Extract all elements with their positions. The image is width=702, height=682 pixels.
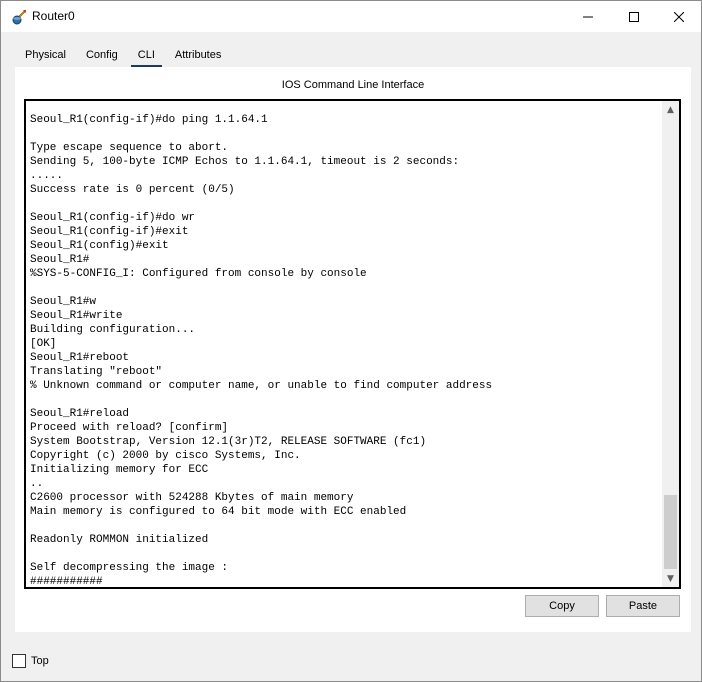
tab-attributes[interactable]: Attributes: [165, 45, 231, 67]
terminal-line: Sending 5, 100-byte ICMP Echos to 1.1.64…: [30, 156, 460, 168]
terminal-line: Seoul_R1#write: [30, 310, 123, 322]
scroll-up-icon[interactable]: ▲: [662, 101, 679, 118]
terminal-line: ..: [30, 478, 44, 490]
cli-heading: IOS Command Line Interface: [281, 79, 425, 91]
close-button[interactable]: [656, 1, 702, 32]
terminal-line: ###########: [30, 576, 103, 588]
terminal-line: Proceed with reload? [confirm]: [30, 422, 229, 434]
minimize-icon: [583, 16, 593, 17]
tab-bar: Physical Config CLI Attributes: [15, 45, 231, 68]
cli-panel: IOS Command Line Interface Seoul_R1(conf…: [15, 67, 691, 632]
tab-cli[interactable]: CLI: [127, 45, 165, 68]
top-checkbox-label: Top: [31, 655, 49, 667]
close-icon: [674, 11, 684, 22]
window-title: Router0: [32, 9, 75, 23]
maximize-button[interactable]: [611, 1, 657, 32]
vertical-scrollbar[interactable]: ▲ ▼: [662, 101, 679, 587]
terminal-line: Copyright (c) 2000 by cisco Systems, Inc…: [30, 450, 301, 462]
terminal-line: Seoul_R1(config-if)#do ping 1.1.64.1: [30, 114, 268, 126]
copy-button[interactable]: Copy: [525, 595, 599, 617]
terminal-line: Initializing memory for ECC: [30, 464, 209, 476]
router-window: Router0 Physical Config CLI Attributes I…: [0, 0, 702, 682]
terminal-output[interactable]: Seoul_R1(config-if)#do ping 1.1.64.1 Typ…: [30, 113, 493, 588]
maximize-icon: [629, 11, 639, 22]
terminal-line: Seoul_R1(config)#exit: [30, 240, 169, 252]
terminal-line: Self decompressing the image :: [30, 562, 229, 574]
paste-button[interactable]: Paste: [606, 595, 680, 617]
terminal-line: C2600 processor with 524288 Kbytes of ma…: [30, 492, 354, 504]
scroll-thumb[interactable]: [664, 495, 677, 569]
terminal-line: Success rate is 0 percent (0/5): [30, 184, 235, 196]
tab-config[interactable]: Config: [76, 45, 128, 67]
terminal-line: Seoul_R1#: [30, 254, 90, 266]
tab-cli-label: CLI: [137, 49, 155, 61]
terminal-line: Seoul_R1#w: [30, 296, 97, 308]
scroll-down-icon[interactable]: ▼: [662, 570, 679, 587]
terminal-line: System Bootstrap, Version 12.1(3r)T2, RE…: [30, 436, 427, 448]
router-icon: [11, 9, 27, 25]
cli-terminal[interactable]: Seoul_R1(config-if)#do ping 1.1.64.1 Typ…: [24, 99, 681, 589]
terminal-line: Seoul_R1#reboot: [30, 352, 130, 364]
terminal-line: % Unknown command or computer name, or u…: [30, 380, 493, 392]
top-checkbox[interactable]: [12, 654, 26, 668]
terminal-line: %SYS-5-CONFIG_I: Configured from console…: [30, 268, 367, 280]
terminal-line: Main memory is configured to 64 bit mode…: [30, 506, 407, 518]
terminal-line: Seoul_R1#reload: [30, 408, 130, 420]
terminal-line: Seoul_R1(config-if)#do wr: [30, 212, 196, 224]
terminal-line: Readonly ROMMON initialized: [30, 534, 209, 546]
terminal-line: .....: [30, 170, 64, 182]
title-bar[interactable]: Router0: [1, 1, 701, 32]
terminal-line: [OK]: [30, 338, 57, 350]
terminal-line: Translating "reboot": [30, 366, 163, 378]
terminal-line: Building configuration...: [30, 324, 196, 336]
minimize-button[interactable]: [565, 1, 611, 32]
terminal-line: Type escape sequence to abort.: [30, 142, 229, 154]
tab-physical[interactable]: Physical: [15, 45, 76, 67]
terminal-line: Seoul_R1(config-if)#exit: [30, 226, 189, 238]
